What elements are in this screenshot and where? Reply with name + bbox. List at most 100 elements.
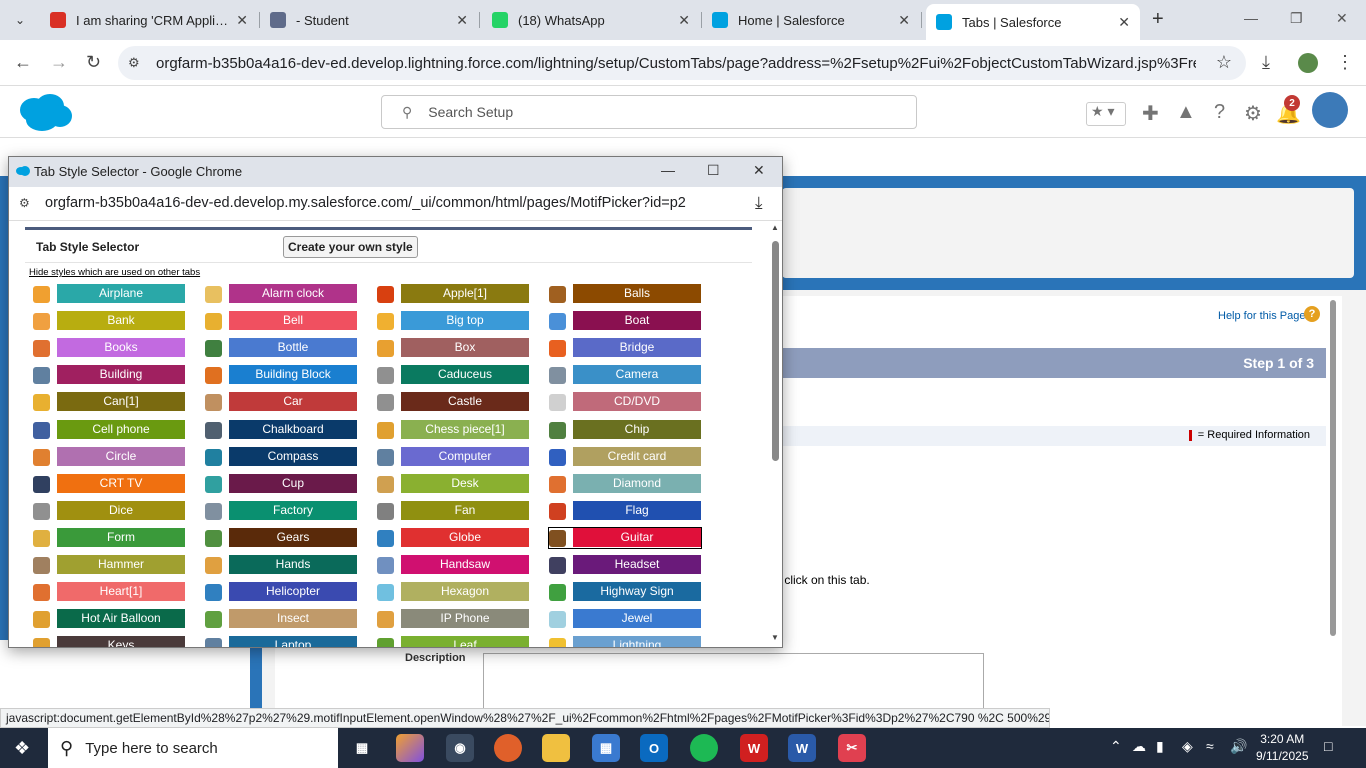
tab-style-icon[interactable]	[377, 286, 394, 303]
tab-style-label[interactable]: Bank	[57, 311, 185, 331]
omnibox[interactable]: ⚙ orgfarm-b35b0a4a16-dev-ed.develop.ligh…	[118, 46, 1246, 80]
tab-style-label[interactable]: Chalkboard	[229, 419, 357, 439]
tab-style-icon[interactable]	[377, 611, 394, 629]
tab-style-icon[interactable]	[549, 448, 566, 466]
tab-style-icon[interactable]	[205, 611, 222, 629]
tab-style-icon[interactable]	[377, 448, 394, 466]
favorites-star-icon[interactable]: ★ ▾	[1086, 102, 1126, 126]
outlook-icon[interactable]: O	[640, 734, 668, 762]
tab-style-option[interactable]: Hexagon	[377, 582, 547, 602]
tab-style-icon[interactable]	[377, 340, 394, 358]
scroll-up-icon[interactable]: ▲	[771, 223, 779, 232]
tab-style-icon[interactable]	[33, 529, 50, 547]
tab-style-option[interactable]: Apple[1]	[377, 284, 547, 304]
chrome-taskbar-icon[interactable]: ◉	[446, 734, 474, 762]
tab-style-option[interactable]: Fan	[377, 500, 547, 521]
tab-style-label[interactable]: Hot Air Balloon	[57, 609, 185, 629]
tab-style-label[interactable]: Cup	[229, 473, 357, 493]
tab-style-label[interactable]: Circle	[57, 446, 185, 466]
tab-style-label[interactable]: Factory	[229, 500, 357, 520]
tab-style-option[interactable]: Castle	[377, 392, 547, 412]
scroll-down-icon[interactable]: ▼	[771, 633, 779, 642]
tab-style-icon[interactable]	[377, 529, 394, 547]
tab-style-icon[interactable]	[205, 367, 222, 385]
tab-style-option[interactable]: Box	[377, 338, 547, 358]
tab-style-label[interactable]: Apple[1]	[401, 284, 529, 303]
tab-style-option[interactable]: Hands	[205, 555, 375, 575]
browser-tab[interactable]: (18) WhatsApp ✕	[482, 4, 700, 36]
tab-style-label[interactable]: IP Phone	[401, 609, 529, 629]
tab-style-label[interactable]: Airplane	[57, 284, 185, 303]
tab-style-icon[interactable]	[549, 313, 566, 331]
download-icon[interactable]: ⤓	[1262, 52, 1270, 73]
popup-close-icon[interactable]: ✕	[753, 162, 765, 179]
tab-style-option[interactable]: Bottle	[205, 338, 375, 358]
tab-style-option[interactable]: Caduceus	[377, 365, 547, 385]
tab-style-icon[interactable]	[549, 611, 566, 629]
tab-style-label[interactable]: Flag	[573, 500, 701, 520]
help-for-page-link[interactable]: Help for this Page	[1218, 310, 1305, 322]
tab-style-label[interactable]: Heart[1]	[57, 582, 185, 602]
scroll-thumb[interactable]	[772, 241, 779, 461]
salesforce-logo[interactable]	[16, 92, 74, 132]
store-icon[interactable]: ▦	[592, 734, 620, 762]
tab-style-option[interactable]: Hot Air Balloon	[33, 609, 203, 629]
tab-style-icon[interactable]	[549, 394, 566, 412]
help-question-icon[interactable]: ?	[1304, 306, 1320, 322]
tab-search-chevron-icon[interactable]: ⌄	[8, 8, 32, 32]
tab-style-icon[interactable]	[33, 475, 50, 493]
browser-tab[interactable]: I am sharing 'CRM Applicatio ✕	[40, 4, 258, 36]
tab-style-icon[interactable]	[205, 340, 222, 358]
tab-style-icon[interactable]	[205, 448, 222, 466]
word-icon[interactable]: W	[788, 734, 816, 762]
tab-style-option[interactable]: Big top	[377, 311, 547, 331]
tab-style-option[interactable]: Alarm clock	[205, 284, 375, 304]
tab-style-option[interactable]: Highway Sign	[549, 582, 719, 602]
tab-style-option[interactable]: Flag	[549, 500, 719, 521]
tab-style-label[interactable]: Chip	[573, 419, 701, 439]
tab-style-icon[interactable]	[549, 529, 566, 547]
tab-style-option[interactable]: Circle	[33, 446, 203, 467]
tab-style-label[interactable]: Bell	[229, 311, 357, 331]
popup-scrollbar[interactable]: ▲ ▼	[771, 223, 781, 647]
popup-minimize-icon[interactable]: —	[661, 162, 675, 178]
tab-style-icon[interactable]	[205, 638, 222, 647]
tab-style-option[interactable]: Compass	[205, 446, 375, 467]
tab-style-label[interactable]: Big top	[401, 311, 529, 331]
tab-style-option[interactable]: Chip	[549, 419, 719, 440]
tab-style-icon[interactable]	[549, 367, 566, 385]
tab-style-option[interactable]: Guitar	[548, 526, 702, 549]
chrome-menu-icon[interactable]: ⋮	[1336, 52, 1354, 73]
tab-style-icon[interactable]	[377, 584, 394, 602]
browser-tab[interactable]: - Student ✕	[260, 4, 478, 36]
tab-style-label[interactable]: Gears	[229, 527, 357, 547]
tab-style-option[interactable]: Bell	[205, 311, 375, 331]
setup-gear-icon[interactable]: ⚙	[1244, 101, 1262, 126]
tab-style-option[interactable]: Gears	[205, 527, 375, 548]
tab-style-label[interactable]: Boat	[573, 311, 701, 331]
tab-style-label[interactable]: Building	[57, 365, 185, 385]
tab-close-icon[interactable]: ✕	[1118, 14, 1130, 31]
tab-style-label[interactable]: Car	[229, 392, 357, 412]
tab-style-icon[interactable]	[377, 367, 394, 385]
minimize-icon[interactable]: —	[1244, 10, 1258, 26]
tab-style-option[interactable]: Headset	[549, 555, 719, 575]
tab-style-option[interactable]: Can[1]	[33, 392, 203, 412]
user-avatar[interactable]	[1312, 92, 1348, 128]
onedrive-icon[interactable]: ☁	[1132, 738, 1146, 755]
spotify-icon[interactable]	[690, 734, 718, 762]
tab-style-icon[interactable]	[205, 421, 222, 439]
tab-style-label[interactable]: Laptop	[229, 636, 357, 647]
tab-style-icon[interactable]	[205, 529, 222, 547]
tab-style-label[interactable]: Can[1]	[57, 392, 185, 412]
bookmark-star-icon[interactable]: ☆	[1216, 52, 1232, 73]
tab-style-option[interactable]: Bank	[33, 311, 203, 331]
tab-style-label[interactable]: Keys	[57, 636, 185, 647]
profile-avatar[interactable]	[1298, 53, 1318, 73]
tab-style-icon[interactable]	[205, 394, 222, 412]
tab-style-label[interactable]: Credit card	[573, 446, 701, 466]
restore-icon[interactable]: ❐	[1290, 10, 1303, 27]
tab-style-label[interactable]: Caduceus	[401, 365, 529, 385]
reload-icon[interactable]: ↻	[86, 52, 101, 73]
tab-style-icon[interactable]	[33, 394, 50, 412]
